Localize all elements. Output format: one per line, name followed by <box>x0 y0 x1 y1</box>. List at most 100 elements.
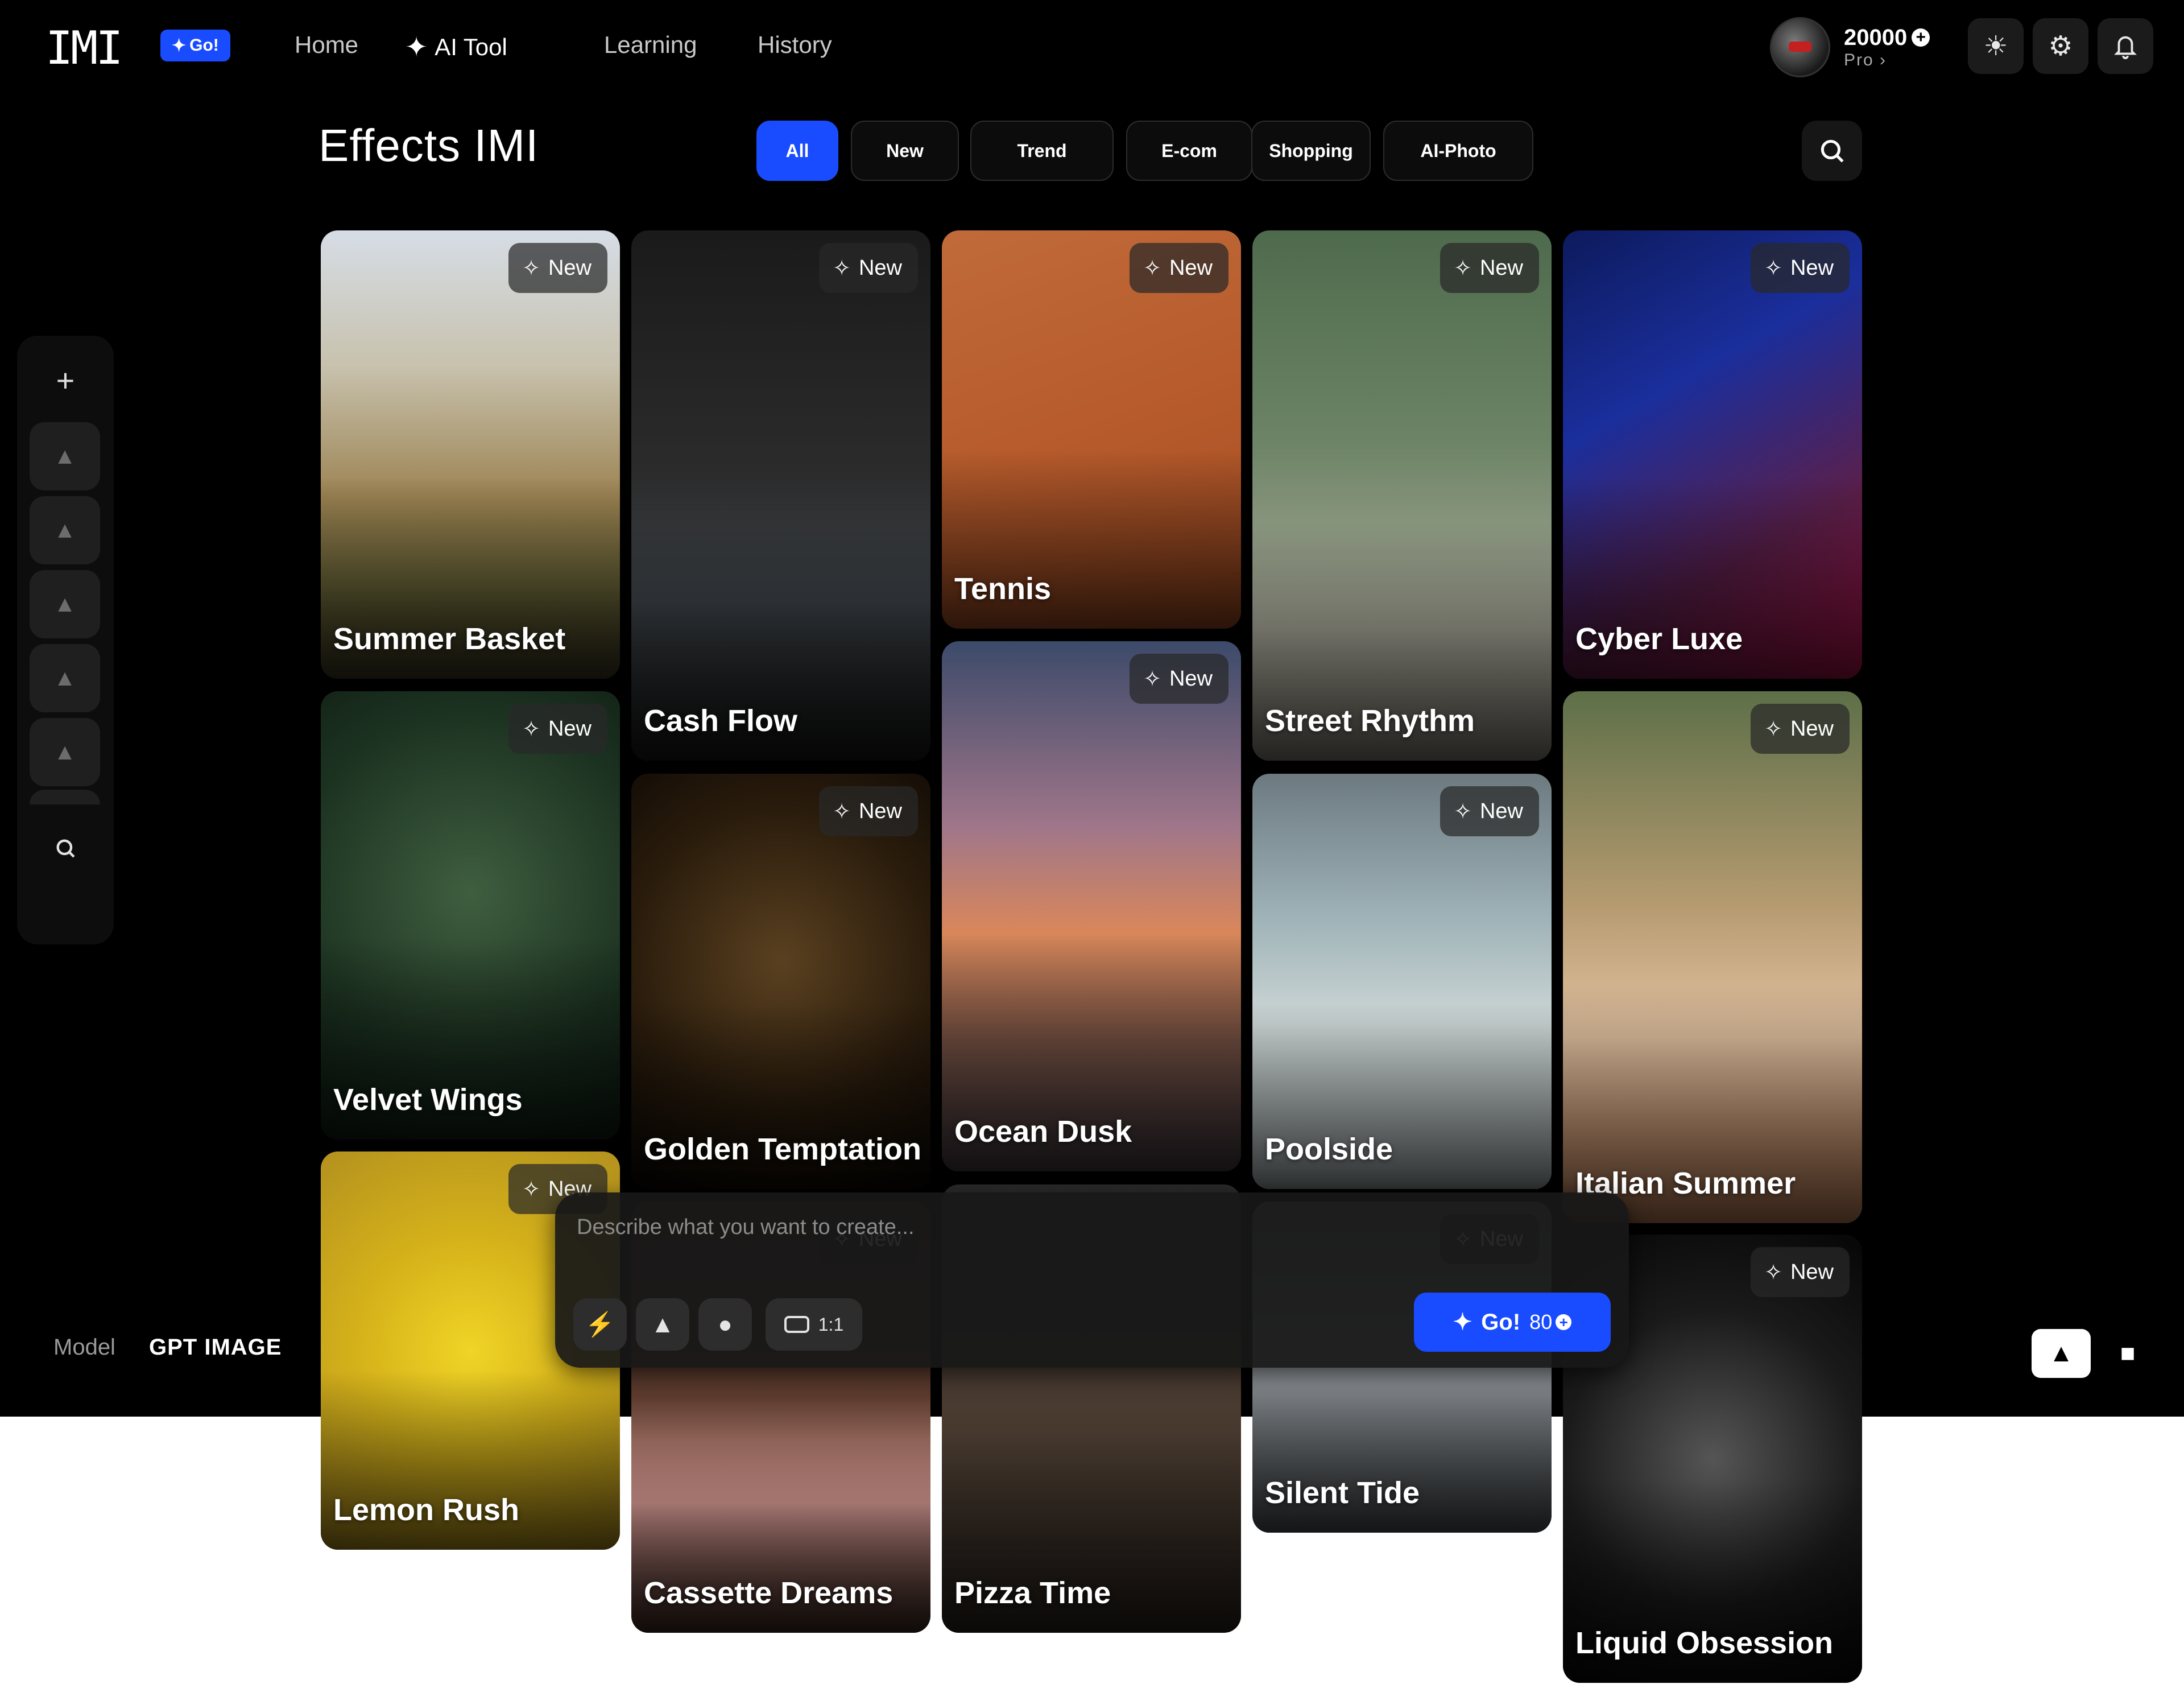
image-icon: ▲ <box>2049 1339 2074 1367</box>
effect-card[interactable]: ✧ New Ocean Dusk <box>942 641 1241 1171</box>
filter-all[interactable]: All <box>756 121 838 181</box>
sparkle-icon: ✧ <box>1143 256 1161 280</box>
generate-button[interactable]: ✦ Go! 80 + <box>1414 1293 1611 1352</box>
prompt-input[interactable] <box>576 1206 1602 1248</box>
image-mode-button[interactable]: ▲ <box>2032 1329 2091 1378</box>
sparkle-icon: ✧ <box>833 799 851 824</box>
effect-card-title: Pizza Time <box>954 1576 1111 1610</box>
filter-e-com[interactable]: E-com <box>1126 121 1252 181</box>
new-badge-label: New <box>1479 255 1523 280</box>
new-badge: ✧ New <box>819 243 918 293</box>
image-icon: ▲ <box>53 443 76 469</box>
model-selector[interactable]: GPT IMAGE <box>149 1335 282 1360</box>
new-badge-label: New <box>548 255 592 280</box>
effect-card-title: Summer Basket <box>333 622 566 656</box>
sparkle-icon: ✧ <box>1454 256 1472 280</box>
effect-card[interactable]: ✧ New Cyber Luxe <box>1563 230 1862 679</box>
nav-home[interactable]: Home <box>295 31 358 59</box>
effect-card[interactable]: ✧ New Summer Basket <box>321 230 620 679</box>
nav-learning-label: Learning <box>604 31 697 58</box>
effect-card[interactable]: ✧ New Italian Summer <box>1563 691 1862 1223</box>
filter-trend[interactable]: Trend <box>970 121 1114 181</box>
new-badge-label: New <box>1790 255 1834 280</box>
generate-label: Go! <box>1481 1309 1521 1335</box>
sparkle-icon: ✧ <box>1764 717 1782 741</box>
sparkle-icon: ✧ <box>1143 667 1161 691</box>
new-generation-button[interactable]: + <box>49 364 82 397</box>
sparkle-icon: ✦ <box>405 32 428 63</box>
boost-button[interactable]: ⚡ <box>573 1298 627 1351</box>
effect-card-title: Lemon Rush <box>333 1493 520 1527</box>
effect-card-title: Velvet Wings <box>333 1083 523 1117</box>
new-badge-label: New <box>858 799 902 823</box>
sparkle-icon: ✧ <box>522 1177 540 1202</box>
settings-button[interactable]: ⚙ <box>2033 18 2088 74</box>
new-badge-label: New <box>1790 716 1834 741</box>
filter-new[interactable]: New <box>851 121 959 181</box>
avatar[interactable] <box>1770 17 1830 77</box>
effect-card[interactable]: ✧ New Golden Temptation <box>631 774 930 1189</box>
new-badge: ✧ New <box>1751 243 1850 293</box>
go-badge-label: Go! <box>189 36 219 55</box>
sparkle-icon: ✧ <box>522 717 540 741</box>
sun-icon: ☀ <box>1983 31 2008 61</box>
history-thumbnail[interactable]: ▲ <box>30 570 100 638</box>
account-profile[interactable]: 20000 + Pro › <box>1770 17 1930 77</box>
new-badge-label: New <box>858 255 902 280</box>
plus-icon: + <box>56 362 75 398</box>
add-character-button[interactable]: ● <box>698 1298 752 1351</box>
effect-card-title: Tennis <box>954 572 1052 606</box>
history-thumbnail[interactable]: ▲ <box>30 496 100 564</box>
new-badge: ✧ New <box>1751 1247 1850 1297</box>
go-badge[interactable]: ✦ Go! <box>160 30 230 61</box>
image-icon: ▲ <box>53 591 76 617</box>
add-image-button[interactable]: ▲ <box>636 1298 689 1351</box>
plan-tier[interactable]: Pro › <box>1844 51 1930 70</box>
new-badge-label: New <box>1790 1260 1834 1284</box>
filter-shopping[interactable]: Shopping <box>1251 121 1371 181</box>
video-mode-button[interactable]: ■ <box>2108 1329 2148 1378</box>
effect-card[interactable]: ✧ New Tennis <box>942 230 1241 629</box>
add-credits-icon[interactable]: + <box>1912 28 1930 47</box>
aspect-ratio-button[interactable]: 1:1 <box>766 1298 862 1351</box>
history-thumbnail[interactable]: ▲ <box>30 644 100 712</box>
sparkle-icon: ✦ <box>172 36 187 55</box>
sparkle-icon: ✧ <box>1764 256 1782 280</box>
aspect-ratio-value: 1:1 <box>818 1314 844 1335</box>
sparkle-icon: ✧ <box>1764 1260 1782 1285</box>
prompt-composer: ⚡ ▲ ● 1:1 ✦ Go! 80 + <box>555 1192 1629 1368</box>
history-thumbnail[interactable]: ▲ <box>30 718 100 786</box>
theme-toggle-button[interactable]: ☀ <box>1968 18 2024 74</box>
credits-block[interactable]: 20000 + Pro › <box>1844 25 1930 70</box>
history-thumbnail-partial[interactable] <box>30 790 100 804</box>
search-button[interactable] <box>1802 121 1862 181</box>
bell-icon <box>2114 36 2137 59</box>
history-thumbnail[interactable]: ▲ <box>30 422 100 490</box>
effect-card-title: Liquid Obsession <box>1575 1626 1834 1660</box>
effect-card-title: Ocean Dusk <box>954 1115 1132 1149</box>
search-icon <box>1821 139 1844 163</box>
effect-card[interactable]: ✧ New Cash Flow <box>631 230 930 761</box>
app-logo[interactable]: IMI <box>46 22 123 75</box>
nav-history[interactable]: History <box>758 31 832 59</box>
nav-ai-tool[interactable]: ✦ AI Tool <box>405 31 507 63</box>
new-badge-label: New <box>548 716 592 741</box>
image-icon: ▲ <box>53 739 76 765</box>
effect-card-title: Cassette Dreams <box>644 1576 894 1610</box>
new-badge-label: New <box>1479 799 1523 823</box>
effect-card-title: Cyber Luxe <box>1575 622 1743 656</box>
notifications-button[interactable] <box>2098 18 2153 74</box>
image-icon: ▲ <box>53 665 76 691</box>
effect-card[interactable]: ✧ New Street Rhythm <box>1252 230 1552 761</box>
image-icon: ▲ <box>53 517 76 543</box>
history-search-button[interactable] <box>49 835 82 868</box>
lightning-icon: ⚡ <box>585 1310 615 1338</box>
effect-card-title: Cash Flow <box>644 704 798 738</box>
effect-card-title: Silent Tide <box>1265 1476 1420 1510</box>
effect-card[interactable]: ✧ New Velvet Wings <box>321 691 620 1140</box>
effect-card[interactable]: ✧ New Poolside <box>1252 774 1552 1189</box>
video-icon: ■ <box>2120 1339 2136 1367</box>
effect-card-title: Street Rhythm <box>1265 704 1475 738</box>
filter-ai-photo[interactable]: AI-Photo <box>1383 121 1533 181</box>
nav-learning[interactable]: Learning <box>604 31 697 59</box>
